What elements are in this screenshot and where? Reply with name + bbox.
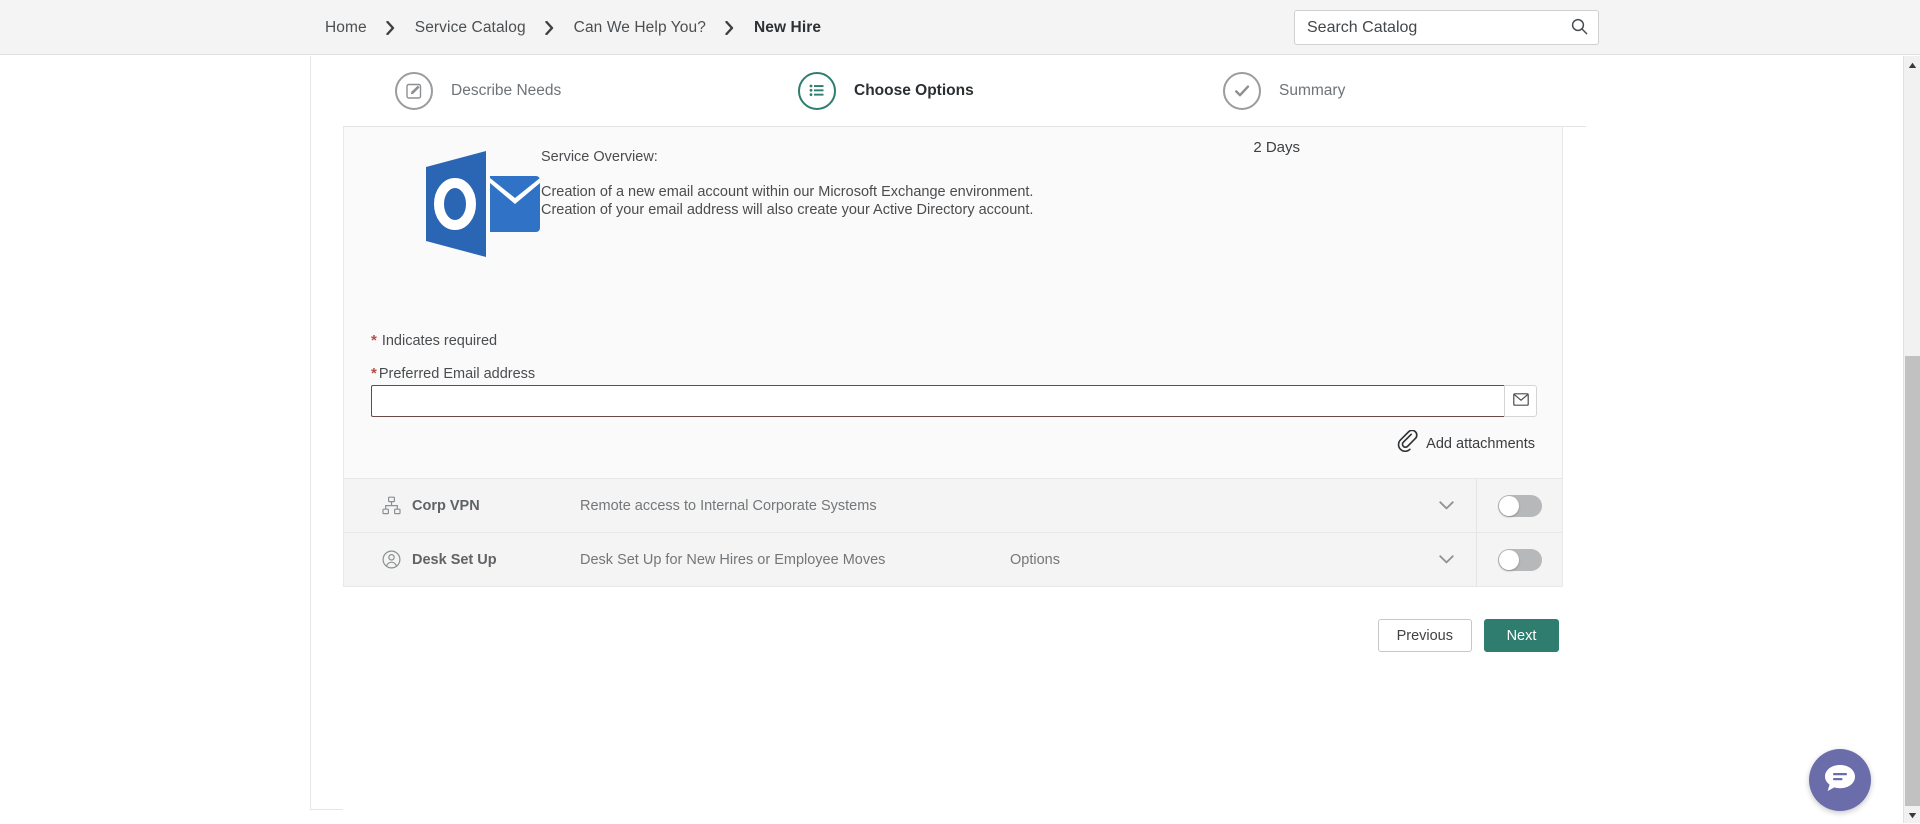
search-icon: [1571, 18, 1588, 38]
wizard-step-choose-options[interactable]: Choose Options: [758, 72, 1161, 110]
scroll-down-button[interactable]: [1904, 806, 1920, 823]
triangle-down-icon: [1908, 806, 1917, 824]
microsoft-outlook-logo: [422, 145, 544, 263]
option-name: Corp VPN: [412, 497, 480, 514]
chevron-down-icon[interactable]: [1416, 555, 1476, 564]
email-lookup-button[interactable]: [1504, 385, 1537, 417]
option-name: Desk Set Up: [412, 551, 497, 568]
scrollbar-thumb[interactable]: [1905, 356, 1920, 816]
chevron-right-icon: [367, 20, 415, 35]
preferred-email-label: * Preferred Email address: [371, 365, 535, 382]
toggle-knob: [1498, 549, 1519, 570]
delivery-time: 2 Days: [1253, 139, 1300, 156]
option-description: Remote access to Internal Corporate Syst…: [580, 497, 877, 514]
envelope-icon: [1512, 393, 1529, 409]
toggle-corp-vpn[interactable]: [1497, 494, 1542, 517]
wizard-step-label: Summary: [1279, 82, 1346, 99]
option-row-corp-vpn[interactable]: Corp VPN Remote access to Internal Corpo…: [343, 478, 1563, 533]
required-legend-label: Indicates required: [381, 333, 498, 349]
required-asterisk: *: [371, 332, 377, 349]
check-circle-icon: [1223, 72, 1261, 110]
chevron-right-icon: [706, 20, 754, 35]
wizard-step-label: Choose Options: [854, 82, 974, 99]
preferred-email-input[interactable]: [371, 385, 1504, 417]
service-overview: Service Overview: Creation of a new emai…: [541, 149, 1061, 220]
sitemap-icon: [374, 496, 408, 515]
required-legend: * Indicates required: [371, 332, 497, 349]
option-description: Desk Set Up for New Hires or Employee Mo…: [580, 551, 886, 568]
catalog-item-content: 2 Days Service Overview: Creation of a n…: [343, 127, 1586, 810]
email-service-card: 2 Days Service Overview: Creation of a n…: [343, 127, 1563, 479]
chevron-down-icon[interactable]: [1416, 501, 1476, 510]
chat-widget-button[interactable]: [1809, 749, 1871, 811]
preferred-email-label-text: Preferred Email address: [378, 366, 536, 382]
wizard-footer-buttons: Previous Next: [1377, 619, 1559, 652]
search-button[interactable]: [1560, 11, 1598, 44]
preferred-email-field-row: [371, 385, 1537, 417]
pencil-square-icon: [395, 72, 433, 110]
breadcrumb-item-can-we-help-you[interactable]: Can We Help You?: [574, 19, 706, 37]
required-asterisk: *: [371, 365, 377, 382]
paperclip-icon: [1397, 429, 1419, 457]
user-circle-icon: [374, 550, 408, 569]
wizard-step-summary[interactable]: Summary: [1161, 72, 1586, 110]
option-row-desk-set-up[interactable]: Desk Set Up Desk Set Up for New Hires or…: [343, 532, 1563, 587]
toggle-knob: [1498, 495, 1519, 516]
scroll-up-button[interactable]: [1904, 56, 1920, 73]
wizard-step-describe-needs[interactable]: Describe Needs: [343, 72, 758, 110]
breadcrumb-item-home[interactable]: Home: [325, 19, 367, 37]
triangle-up-icon: [1908, 56, 1917, 74]
service-overview-title: Service Overview:: [541, 149, 658, 165]
option-toggle-cell: [1476, 478, 1562, 533]
add-attachments-label: Add attachments: [1426, 435, 1535, 452]
page-scrollbar[interactable]: [1903, 56, 1920, 823]
wizard-step-indicator: Describe Needs Choose Options Summary: [343, 56, 1586, 127]
option-extra: Options: [1010, 551, 1060, 568]
list-icon: [798, 72, 836, 110]
add-attachments-link[interactable]: Add attachments: [1397, 429, 1535, 457]
wizard-step-label: Describe Needs: [451, 82, 562, 99]
next-button[interactable]: Next: [1484, 619, 1559, 652]
catalog-page-panel: Describe Needs Choose Options Summary 2 …: [310, 56, 1586, 810]
service-overview-body: Creation of a new email account within o…: [541, 184, 1034, 219]
breadcrumb: Home Service Catalog Can We Help You? Ne…: [325, 0, 821, 55]
toggle-desk-set-up[interactable]: [1497, 548, 1542, 571]
breadcrumb-item-new-hire: New Hire: [753, 18, 822, 36]
top-bar: Home Service Catalog Can We Help You? Ne…: [0, 0, 1920, 55]
previous-button[interactable]: Previous: [1377, 619, 1472, 652]
search-input[interactable]: [1295, 11, 1560, 44]
chat-bubble-icon: [1823, 762, 1857, 799]
option-toggle-cell: [1476, 532, 1562, 587]
search-catalog-box[interactable]: [1294, 10, 1599, 45]
breadcrumb-item-service-catalog[interactable]: Service Catalog: [415, 19, 526, 37]
chevron-right-icon: [526, 20, 574, 35]
